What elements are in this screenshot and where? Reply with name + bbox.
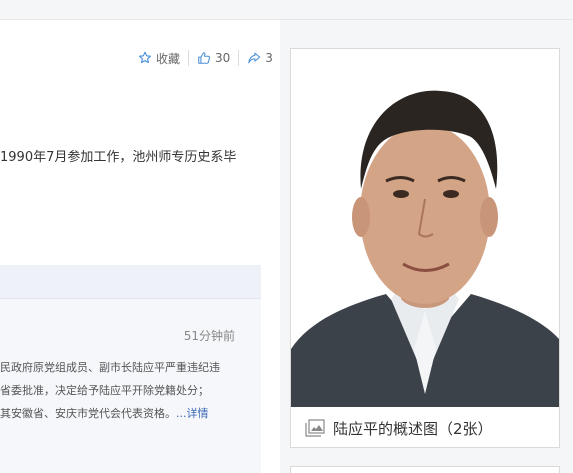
favorite-button[interactable]: 收藏	[138, 50, 180, 67]
news-card-header	[0, 265, 261, 299]
divider	[238, 50, 240, 66]
details-link[interactable]: ...详情	[176, 407, 209, 420]
news-card: 51分钟前 民政府原党组成员、副市长陆应平严重违纪违 省委批准，决定给予陆应平开…	[0, 265, 261, 473]
news-timestamp: 51分钟前	[183, 329, 235, 343]
divider	[188, 50, 190, 66]
album-caption-text: 陆应平的概述图（2张）	[333, 419, 493, 438]
summary-text: 1990年7月参加工作，池州师专历史系毕	[0, 150, 237, 165]
photo-album[interactable]: 陆应平的概述图（2张）	[290, 48, 560, 448]
star-icon	[139, 51, 151, 64]
favorite-label: 收藏	[156, 51, 181, 66]
like-button[interactable]: 30	[197, 51, 230, 65]
news-line: 民政府原党组成员、副市长陆应平严重违纪违	[0, 361, 220, 374]
like-count: 30	[215, 51, 231, 65]
portrait-image	[291, 49, 559, 407]
news-line-last: 其安徽省、安庆市党代会代表资格。...详情	[0, 402, 261, 425]
share-button[interactable]: 3	[247, 51, 273, 65]
share-arrow-icon	[248, 52, 261, 64]
news-line-text: 其安徽省、安庆市党代会代表资格。	[0, 407, 176, 420]
action-bar: 收藏 30 3	[138, 48, 273, 68]
portrait-photo[interactable]	[291, 49, 559, 407]
thumbs-up-icon	[198, 52, 211, 64]
sidebar-card	[290, 466, 560, 473]
news-line: 省委批准，决定给予陆应平开除党籍处分；	[0, 384, 209, 397]
image-gallery-icon	[305, 419, 325, 437]
news-body: 民政府原党组成员、副市长陆应平严重违纪违 省委批准，决定给予陆应平开除党籍处分；…	[0, 356, 261, 425]
top-bar	[0, 0, 573, 20]
album-caption[interactable]: 陆应平的概述图（2张）	[291, 409, 559, 447]
share-count: 3	[265, 51, 273, 65]
